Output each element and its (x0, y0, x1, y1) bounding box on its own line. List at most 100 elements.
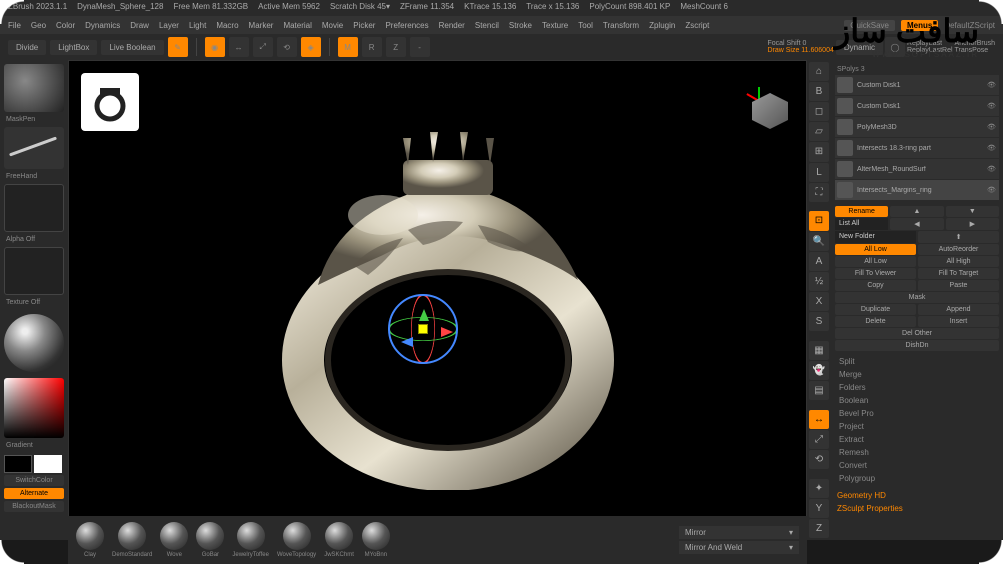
transpose[interactable]: TransPose (955, 47, 995, 54)
menu-stroke[interactable]: Stroke (509, 21, 532, 30)
polyf-icon[interactable]: ▤ (809, 381, 829, 400)
menu-layer[interactable]: Layer (159, 21, 179, 30)
xpose-icon[interactable]: X (809, 292, 829, 311)
move-mode-icon[interactable]: ↔ (229, 37, 249, 57)
visibility-icon[interactable]: 👁 (987, 165, 997, 173)
material-item[interactable]: WoveTopology (277, 522, 316, 558)
insert-button[interactable]: Insert (918, 316, 999, 327)
gizmo-move-z-icon[interactable] (401, 337, 413, 347)
menu-geo[interactable]: Geo (31, 21, 46, 30)
paste-button[interactable]: Paste (918, 280, 999, 291)
fill-target-button[interactable]: Fill To Target (918, 268, 999, 279)
subtool-item[interactable]: Intersects 18.3-ring part👁 (835, 138, 999, 158)
solo-icon[interactable]: S (809, 312, 829, 331)
remesh-section[interactable]: Remesh (835, 446, 999, 459)
quicksave-button[interactable]: QuickSave (844, 20, 895, 31)
swatch-primary[interactable] (34, 455, 62, 473)
edit-mode-icon[interactable]: ✎ (168, 37, 188, 57)
zsub-icon[interactable]: - (410, 37, 430, 57)
all-low-button[interactable]: All Low (835, 244, 916, 255)
mrgb-icon[interactable]: M (338, 37, 358, 57)
sculptris-icon[interactable]: ◯ (885, 37, 905, 57)
mask-button[interactable]: Mask (835, 292, 999, 303)
merge-section[interactable]: Merge (835, 368, 999, 381)
menu-tool[interactable]: Tool (578, 21, 593, 30)
append-button[interactable]: Append (918, 304, 999, 315)
anchorbrush[interactable]: AnchorBrush (955, 40, 995, 47)
home-icon[interactable]: ⌂ (809, 62, 829, 81)
alpha-preview[interactable] (4, 184, 64, 232)
folder-up-icon[interactable]: ⬆ (918, 231, 999, 243)
dishdn-button[interactable]: DishDn (835, 340, 999, 351)
rgb-icon[interactable]: R (362, 37, 382, 57)
ghost-icon[interactable]: 👻 (809, 361, 829, 380)
menu-stencil[interactable]: Stencil (475, 21, 499, 30)
menu-color[interactable]: Color (56, 21, 75, 30)
aahalf-icon[interactable]: ½ (809, 272, 829, 291)
material-item[interactable]: Wove (160, 522, 188, 558)
menu-picker[interactable]: Picker (353, 21, 375, 30)
y-icon[interactable]: Y (809, 499, 829, 518)
mirror-select[interactable]: Mirror▾ (679, 526, 799, 539)
boolean-section[interactable]: Boolean (835, 394, 999, 407)
copy-button[interactable]: Copy (835, 280, 916, 291)
split-section[interactable]: Split (835, 355, 999, 368)
snapshot-icon[interactable]: ◻ (809, 102, 829, 121)
del-other-button[interactable]: Del Other (835, 328, 999, 339)
menus-button[interactable]: Menus (901, 20, 938, 31)
list-all-button[interactable]: List All (835, 218, 888, 230)
menu-movie[interactable]: Movie (322, 21, 343, 30)
material-item[interactable]: DemoStandard (112, 522, 152, 558)
zoom-icon[interactable]: 🔍 (809, 232, 829, 251)
menu-macro[interactable]: Macro (216, 21, 238, 30)
delete-button[interactable]: Delete (835, 316, 916, 327)
menu-zplugin[interactable]: Zplugin (649, 21, 675, 30)
frame-icon[interactable]: ⛶ (809, 183, 829, 202)
subtool-item[interactable]: PolyMesh3D👁 (835, 117, 999, 137)
move-nav-icon[interactable]: ↔ (809, 410, 829, 429)
scale-nav-icon[interactable]: ⤢ (809, 430, 829, 449)
menu-marker[interactable]: Marker (249, 21, 274, 30)
visibility-icon[interactable]: 👁 (987, 144, 997, 152)
project-section[interactable]: Project (835, 420, 999, 433)
z-icon[interactable]: Z (809, 519, 829, 538)
material-item[interactable]: JewelryToffee (232, 522, 269, 558)
subtool-item[interactable]: Custom Disk1👁 (835, 75, 999, 95)
convert-section[interactable]: Convert (835, 459, 999, 472)
material-item[interactable]: Clay (76, 522, 104, 558)
menu-dynamics[interactable]: Dynamics (85, 21, 120, 30)
extract-section[interactable]: Extract (835, 433, 999, 446)
active-tool-thumbnail[interactable] (81, 73, 139, 131)
all-low-2-button[interactable]: All Low (835, 256, 916, 267)
draw-size-label[interactable]: Draw Size 11.606004 (767, 47, 833, 54)
material-item[interactable]: GoBar (196, 522, 224, 558)
stroke-preview[interactable] (4, 127, 64, 169)
menu-draw[interactable]: Draw (130, 21, 149, 30)
arrow-right-icon[interactable]: ▶ (946, 218, 999, 230)
menu-zscript[interactable]: Zscript (685, 21, 709, 30)
draw-mode-icon[interactable]: ◉ (205, 37, 225, 57)
dynamic-button[interactable]: Dynamic (836, 40, 883, 55)
duplicate-button[interactable]: Duplicate (835, 304, 916, 315)
mirror-weld-select[interactable]: Mirror And Weld▾ (679, 541, 799, 554)
gizmo-move-y-icon[interactable] (419, 309, 429, 321)
floor-icon[interactable]: ⊞ (809, 142, 829, 161)
local-icon[interactable]: L (809, 163, 829, 182)
replay-last[interactable]: ReplayLast (907, 40, 953, 47)
xyz-icon[interactable]: ✦ (809, 479, 829, 498)
replay-last-rel[interactable]: ReplayLastRel (907, 47, 953, 54)
gizmo-move-x-icon[interactable] (441, 327, 453, 337)
folders-section[interactable]: Folders (835, 381, 999, 394)
menu-render[interactable]: Render (439, 21, 465, 30)
divide-button[interactable]: Divide (8, 40, 46, 55)
menu-texture[interactable]: Texture (542, 21, 568, 30)
menu-transform[interactable]: Transform (603, 21, 639, 30)
rotate-nav-icon[interactable]: ⟲ (809, 450, 829, 469)
properties-header[interactable]: ZSculpt Properties (835, 502, 999, 515)
menu-preferences[interactable]: Preferences (385, 21, 428, 30)
lightbox-button[interactable]: LightBox (50, 40, 97, 55)
switchcolor-button[interactable]: SwitchColor (4, 475, 64, 486)
visibility-icon[interactable]: 👁 (987, 186, 997, 194)
visibility-icon[interactable]: 👁 (987, 102, 997, 110)
scale-icon[interactable]: ⊡ (809, 211, 829, 230)
